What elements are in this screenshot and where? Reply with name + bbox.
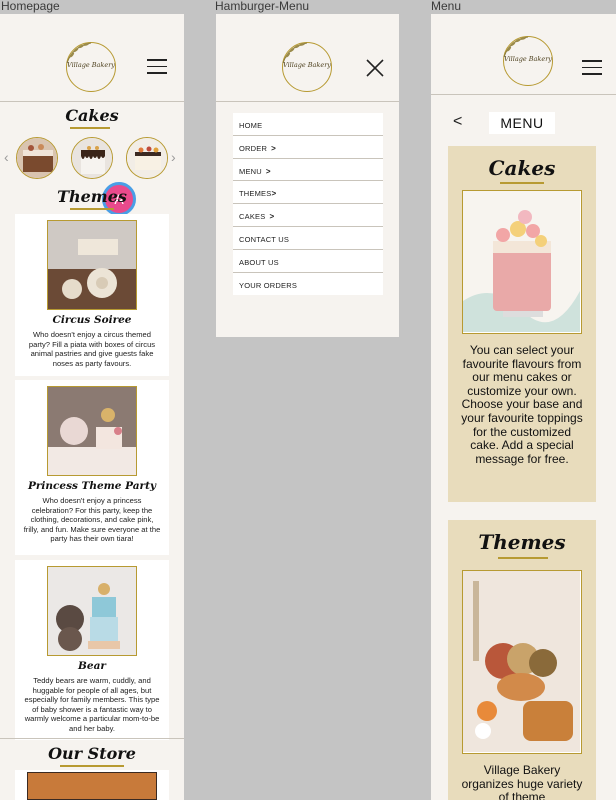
back-icon[interactable]: < [453, 113, 462, 131]
card-title: Princess Theme Party [27, 480, 157, 492]
header-divider [0, 101, 184, 102]
menu-item-order[interactable]: ORDER > [233, 136, 383, 159]
menu-item-themes[interactable]: THEMES> [233, 181, 383, 205]
cake-thumbnail[interactable] [126, 137, 168, 179]
cakes-heading: Cakes [65, 106, 119, 125]
cake-thumbnail[interactable] [16, 137, 58, 179]
themes-heading: Themes [57, 187, 127, 206]
hamburger-icon[interactable] [147, 59, 167, 75]
drip-cake-image [72, 138, 112, 178]
card-description: Who doesn't enjoy a princess celebration… [23, 496, 161, 543]
store-image [27, 772, 157, 800]
cakes-panel[interactable]: Cakes You can select your favourite flav… [448, 146, 596, 502]
themes-panel-heading: Themes [478, 530, 566, 554]
menu-frame: Village Bakery < MENU Cakes You can sele… [431, 14, 616, 800]
princess-image [47, 386, 137, 476]
card-title: Circus Soiree [52, 314, 132, 326]
themes-panel-text: Village Bakery organizes huge variety of… [461, 763, 583, 800]
theme-card-bear[interactable]: Bear Teddy bears are warm, cuddly, and h… [15, 560, 169, 740]
card-description: Who doesn't enjoy a circus themed party?… [28, 330, 156, 368]
hamburger-icon[interactable] [582, 60, 602, 76]
carousel-next-icon[interactable]: › [171, 149, 176, 165]
menu-title: MENU [489, 112, 555, 134]
hamburger-frame: Village Bakery HOME ORDER > MENU > THEMES>… [216, 14, 399, 337]
themes-panel-underline [498, 557, 548, 559]
cakes-underline [70, 127, 110, 129]
store-heading: Our Store [48, 744, 136, 763]
menu-item-menu[interactable]: MENU > [233, 159, 383, 182]
card-title: Bear [78, 660, 106, 672]
close-icon[interactable] [366, 59, 384, 77]
menu-item-cakes[interactable]: CAKES > [233, 204, 383, 227]
store-divider [0, 738, 184, 739]
store-underline [60, 765, 124, 767]
logo-text: Village Bakery [283, 61, 331, 69]
logo-text: Village Bakery [67, 61, 115, 69]
themes-panel[interactable]: Themes Village Bakery organizes huge var… [448, 520, 596, 800]
logo[interactable]: Village Bakery [282, 42, 332, 92]
logo-text: Village Bakery [504, 55, 552, 63]
logo[interactable]: Village Bakery [66, 42, 116, 92]
menu-item-contact[interactable]: CONTACT US [233, 227, 383, 250]
frame-label-hamburger: Hamburger-Menu [215, 0, 310, 13]
cakes-panel-text: You can select your favourite flavours f… [461, 343, 583, 466]
nav-menu: HOME ORDER > MENU > THEMES> CAKES > CONTACT… [233, 113, 383, 296]
frame-label-homepage: Homepage [1, 0, 60, 13]
chocolate-cake-image [17, 138, 57, 178]
chevron-right-icon: > [265, 166, 271, 176]
theme-card-princess[interactable]: Princess Theme Party Who doesn't enjoy a… [15, 380, 169, 555]
card-description: Teddy bears are warm, cuddly, and huggab… [24, 676, 160, 733]
logo[interactable]: Village Bakery [503, 36, 553, 86]
macaron-cake-image [462, 190, 582, 334]
header-divider [431, 94, 616, 95]
menu-item-home[interactable]: HOME [233, 113, 383, 136]
store-card[interactable] [15, 770, 169, 800]
bear-image [47, 566, 137, 656]
cake-thumbnail[interactable] [71, 137, 113, 179]
cream-cake-image [127, 138, 167, 178]
frame-label-menu: Menu [431, 0, 462, 13]
themes-underline [70, 208, 114, 210]
theme-card-circus[interactable]: Circus Soiree Who doesn't enjoy a circus… [15, 214, 169, 376]
header-divider [216, 101, 399, 102]
circus-image [47, 220, 137, 310]
homepage-frame: Village Bakery Cakes ‹ › A Themes Circus… [0, 14, 184, 800]
cakes-panel-heading: Cakes [488, 156, 556, 180]
menu-item-about[interactable]: ABOUT US [233, 250, 383, 273]
autumn-table-image [462, 570, 582, 754]
chevron-right-icon: > [271, 189, 277, 199]
cakes-panel-underline [500, 182, 544, 184]
carousel-prev-icon[interactable]: ‹ [4, 149, 9, 165]
menu-item-your-orders[interactable]: YOUR ORDERS [233, 273, 383, 296]
chevron-right-icon: > [271, 143, 276, 153]
chevron-right-icon: > [269, 212, 275, 222]
